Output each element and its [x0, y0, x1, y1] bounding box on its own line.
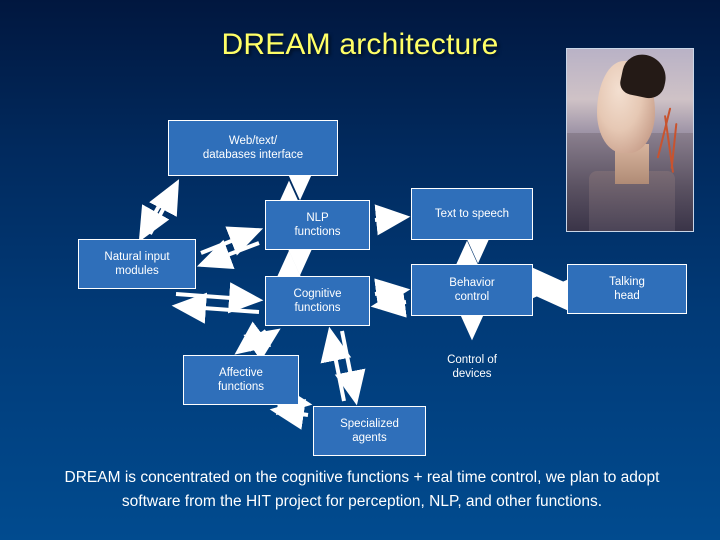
node-label: NLP functions — [294, 212, 341, 238]
node-label: Talking head — [609, 276, 645, 302]
node-label: Specialized agents — [340, 418, 399, 444]
edge-agents-cognitive-down — [334, 330, 366, 406]
node-nlp-functions[interactable]: NLP functions — [265, 200, 370, 250]
slide-caption: DREAM is concentrated on the cognitive f… — [64, 469, 660, 510]
node-specialized-agents[interactable]: Specialized agents — [313, 406, 426, 456]
slide-canvas: DREAM architecture Web/text/ databases i… — [0, 0, 720, 540]
node-control-of-devices[interactable]: Control of devices — [411, 341, 533, 393]
node-affective-functions[interactable]: Affective functions — [183, 355, 299, 405]
node-label: Text to speech — [434, 208, 510, 220]
node-label: Natural input modules — [104, 251, 170, 277]
edge-natural-nlp-right — [200, 226, 264, 256]
edge-agents-affective-left — [269, 398, 309, 430]
edge-natural-nlp-left — [196, 239, 260, 269]
android-head-photo — [566, 48, 694, 232]
node-label: Behavior control — [449, 277, 495, 303]
node-label: Affective functions — [217, 367, 265, 393]
node-web-text-databases-interface[interactable]: Web/text/ databases interface — [168, 120, 338, 176]
edge-natural-cognitive-right — [175, 282, 264, 314]
edge-cognitive-behavior-left — [370, 286, 407, 318]
node-label: Control of devices — [447, 354, 497, 380]
node-natural-input-modules[interactable]: Natural input modules — [78, 239, 196, 289]
edge-natural-web-up — [148, 179, 180, 235]
edge-nlp-tts — [374, 204, 411, 236]
node-label: Cognitive functions — [293, 288, 342, 314]
edge-affective-cognitive-up — [243, 328, 281, 361]
edge-cognitive-behavior-right — [374, 278, 411, 310]
node-talking-head[interactable]: Talking head — [567, 264, 687, 314]
node-text-to-speech[interactable]: Text to speech — [411, 188, 533, 240]
edge-affective-cognitive-down — [234, 321, 272, 355]
node-cognitive-functions[interactable]: Cognitive functions — [265, 276, 370, 326]
edge-natural-web-down — [138, 189, 170, 242]
edge-agents-cognitive-up — [320, 326, 352, 402]
edge-natural-cognitive-left — [171, 292, 260, 324]
node-label: Web/text/ databases interface — [202, 135, 304, 161]
node-behavior-control[interactable]: Behavior control — [411, 264, 533, 316]
